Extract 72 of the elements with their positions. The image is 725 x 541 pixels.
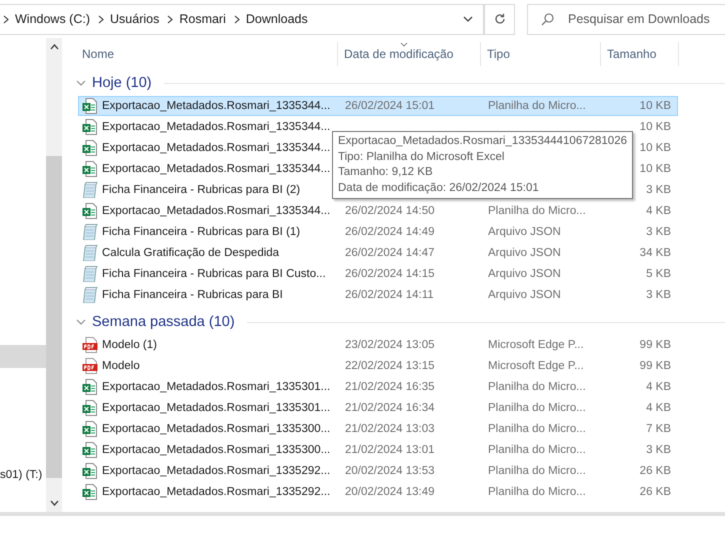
tooltip-line: Tipo: Planilha do Microsoft Excel bbox=[338, 150, 506, 164]
column-header-label: Data de modificação bbox=[344, 47, 454, 61]
file-size: 26 KB bbox=[640, 465, 671, 477]
file-size: 4 KB bbox=[646, 381, 671, 393]
file-date: 26/02/2024 14:15 bbox=[345, 268, 435, 280]
file-name: Calcula Gratificação de Despedida bbox=[102, 247, 280, 259]
file-date: 21/02/2024 13:01 bbox=[345, 444, 435, 456]
file-type: Planilha do Micro... bbox=[488, 205, 586, 217]
file-name: Exportacao_Metadados.Rosmari_1335292... bbox=[102, 465, 330, 477]
file-type: Planilha do Micro... bbox=[488, 100, 586, 112]
file-date: 22/02/2024 13:15 bbox=[345, 360, 435, 372]
file-size: 10 KB bbox=[640, 121, 671, 133]
file-date: 26/02/2024 15:01 bbox=[345, 100, 435, 112]
tooltip-line: Exportacao_Metadados.Rosmari_133534441067281026 bbox=[338, 134, 627, 149]
file-date: 26/02/2024 14:47 bbox=[345, 247, 435, 259]
file-size: 3 KB bbox=[646, 226, 671, 238]
column-header-label: Tamanho bbox=[607, 47, 656, 61]
file-name: Exportacao_Metadados.Rosmari_1335300... bbox=[102, 444, 330, 456]
file-name: Exportacao_Metadados.Rosmari_1335301... bbox=[102, 402, 330, 414]
file-size: 99 KB bbox=[640, 360, 671, 372]
file-date: 26/02/2024 14:11 bbox=[345, 289, 434, 301]
file-type: Planilha do Micro... bbox=[488, 444, 586, 456]
column-header-label: Tipo bbox=[487, 47, 510, 61]
file-size: 26 KB bbox=[640, 486, 671, 498]
file-name: Exportacao_Metadados.Rosmari_1335344... bbox=[102, 163, 330, 175]
file-size: 3 KB bbox=[646, 444, 671, 456]
file-type: Planilha do Micro... bbox=[488, 423, 586, 435]
file-name: Ficha Financeira - Rubricas para BI Custo... bbox=[102, 268, 326, 280]
file-name: Ficha Financeira - Rubricas para BI bbox=[102, 289, 283, 301]
file-type: Arquivo JSON bbox=[488, 247, 561, 259]
file-size: 3 KB bbox=[646, 289, 671, 301]
file-date: 23/02/2024 13:05 bbox=[345, 339, 435, 351]
file-type: Planilha do Micro... bbox=[488, 486, 586, 498]
file-date: 20/02/2024 13:49 bbox=[345, 486, 435, 498]
file-name: Modelo bbox=[102, 360, 140, 372]
file-size: 3 KB bbox=[646, 184, 671, 196]
file-size: 4 KB bbox=[646, 402, 671, 414]
file-type: Arquivo JSON bbox=[488, 268, 561, 280]
file-date: 21/02/2024 16:34 bbox=[345, 402, 435, 414]
file-name: Exportacao_Metadados.Rosmari_1335344... bbox=[102, 142, 330, 154]
file-name: Ficha Financeira - Rubricas para BI (1) bbox=[102, 226, 300, 238]
file-date: 21/02/2024 16:35 bbox=[345, 381, 435, 393]
file-type: Planilha do Micro... bbox=[488, 465, 586, 477]
file-size: 10 KB bbox=[640, 163, 671, 175]
file-type: Planilha do Micro... bbox=[488, 381, 586, 393]
file-name: Modelo (1) bbox=[102, 339, 157, 351]
file-type: Planilha do Micro... bbox=[488, 402, 586, 414]
file-date: 20/02/2024 13:53 bbox=[345, 465, 435, 477]
file-size: 4 KB bbox=[646, 205, 671, 217]
file-name: Exportacao_Metadados.Rosmari_1335344... bbox=[102, 121, 330, 133]
file-size: 10 KB bbox=[640, 142, 671, 154]
file-name: Exportacao_Metadados.Rosmari_1335344... bbox=[102, 205, 330, 217]
column-header-label: Nome bbox=[82, 47, 114, 61]
file-date: 26/02/2024 14:49 bbox=[345, 226, 435, 238]
file-type: Arquivo JSON bbox=[488, 289, 561, 301]
file-name: Exportacao_Metadados.Rosmari_1335301... bbox=[102, 381, 330, 393]
file-name: Exportacao_Metadados.Rosmari_1335292... bbox=[102, 486, 330, 498]
file-name: Exportacao_Metadados.Rosmari_1335300... bbox=[102, 423, 330, 435]
file-name: Exportacao_Metadados.Rosmari_1335344... bbox=[102, 100, 330, 112]
file-size: 99 KB bbox=[640, 339, 671, 351]
file-type: Microsoft Edge P... bbox=[488, 360, 584, 372]
file-size: 7 KB bbox=[646, 423, 671, 435]
tooltip-line: Data de modificação: 26/02/2024 15:01 bbox=[338, 180, 540, 196]
file-size: 34 KB bbox=[640, 247, 671, 259]
file-name: Ficha Financeira - Rubricas para BI (2) bbox=[102, 184, 300, 196]
file-size: 10 KB bbox=[640, 100, 671, 112]
file-type: Arquivo JSON bbox=[488, 226, 561, 238]
file-date: 26/02/2024 14:50 bbox=[345, 205, 435, 217]
file-date: 21/02/2024 13:03 bbox=[345, 423, 435, 435]
file-type: Microsoft Edge P... bbox=[488, 339, 584, 351]
tooltip-line: Tamanho: 9,12 KB bbox=[338, 165, 434, 180]
file-size: 5 KB bbox=[646, 268, 671, 280]
